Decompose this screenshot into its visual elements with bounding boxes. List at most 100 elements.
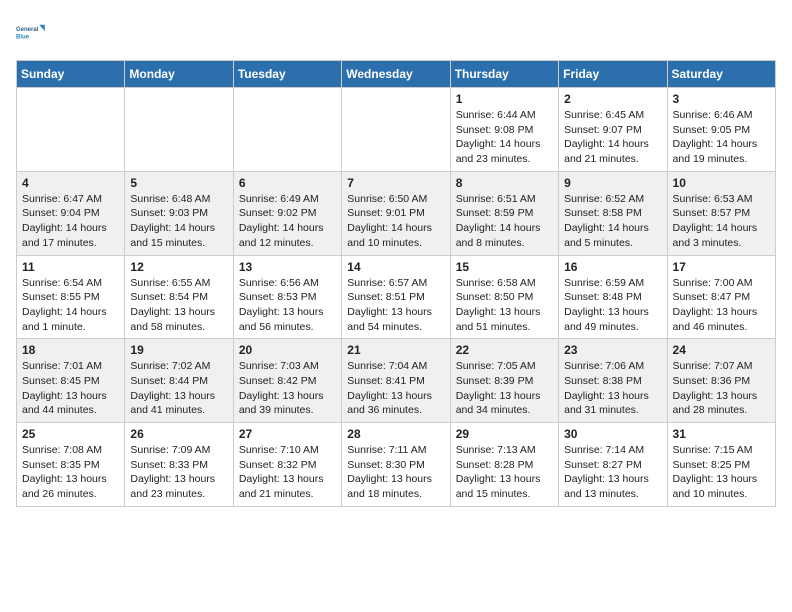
calendar-cell: 30 Sunrise: 7:14 AM Sunset: 8:27 PM Dayli… — [559, 423, 667, 507]
weekday-header-friday: Friday — [559, 61, 667, 88]
calendar-cell: 3 Sunrise: 6:46 AM Sunset: 9:05 PM Daylig… — [667, 88, 775, 172]
day-number: 17 — [673, 260, 770, 274]
calendar-cell: 12 Sunrise: 6:55 AM Sunset: 8:54 PM Dayli… — [125, 255, 233, 339]
day-info: Sunrise: 6:55 AM Sunset: 8:54 PM Dayligh… — [130, 276, 227, 335]
calendar-table: SundayMondayTuesdayWednesdayThursdayFrid… — [16, 60, 776, 507]
day-info: Sunrise: 7:05 AM Sunset: 8:39 PM Dayligh… — [456, 359, 553, 418]
day-number: 5 — [130, 176, 227, 190]
day-number: 6 — [239, 176, 336, 190]
day-info: Sunrise: 7:15 AM Sunset: 8:25 PM Dayligh… — [673, 443, 770, 502]
calendar-cell: 14 Sunrise: 6:57 AM Sunset: 8:51 PM Dayli… — [342, 255, 450, 339]
day-number: 11 — [22, 260, 119, 274]
day-number: 8 — [456, 176, 553, 190]
calendar-cell: 6 Sunrise: 6:49 AM Sunset: 9:02 PM Daylig… — [233, 171, 341, 255]
weekday-header-thursday: Thursday — [450, 61, 558, 88]
calendar-cell: 23 Sunrise: 7:06 AM Sunset: 8:38 PM Dayli… — [559, 339, 667, 423]
weekday-header-wednesday: Wednesday — [342, 61, 450, 88]
calendar-cell: 5 Sunrise: 6:48 AM Sunset: 9:03 PM Daylig… — [125, 171, 233, 255]
calendar-cell: 15 Sunrise: 6:58 AM Sunset: 8:50 PM Dayli… — [450, 255, 558, 339]
calendar-cell: 22 Sunrise: 7:05 AM Sunset: 8:39 PM Dayli… — [450, 339, 558, 423]
day-info: Sunrise: 7:06 AM Sunset: 8:38 PM Dayligh… — [564, 359, 661, 418]
calendar-cell — [342, 88, 450, 172]
day-number: 22 — [456, 343, 553, 357]
calendar-cell: 27 Sunrise: 7:10 AM Sunset: 8:32 PM Dayli… — [233, 423, 341, 507]
day-number: 27 — [239, 427, 336, 441]
day-number: 25 — [22, 427, 119, 441]
day-number: 26 — [130, 427, 227, 441]
day-number: 2 — [564, 92, 661, 106]
day-info: Sunrise: 6:50 AM Sunset: 9:01 PM Dayligh… — [347, 192, 444, 251]
day-number: 23 — [564, 343, 661, 357]
weekday-header-tuesday: Tuesday — [233, 61, 341, 88]
day-number: 15 — [456, 260, 553, 274]
day-info: Sunrise: 6:48 AM Sunset: 9:03 PM Dayligh… — [130, 192, 227, 251]
calendar-cell: 1 Sunrise: 6:44 AM Sunset: 9:08 PM Daylig… — [450, 88, 558, 172]
weekday-header-saturday: Saturday — [667, 61, 775, 88]
calendar-cell: 25 Sunrise: 7:08 AM Sunset: 8:35 PM Dayli… — [17, 423, 125, 507]
day-number: 20 — [239, 343, 336, 357]
day-info: Sunrise: 7:04 AM Sunset: 8:41 PM Dayligh… — [347, 359, 444, 418]
calendar-cell: 7 Sunrise: 6:50 AM Sunset: 9:01 PM Daylig… — [342, 171, 450, 255]
calendar-cell: 4Sunrise: 6:47 AM Sunset: 9:04 PM Daylig… — [17, 171, 125, 255]
weekday-header-monday: Monday — [125, 61, 233, 88]
day-number: 13 — [239, 260, 336, 274]
day-number: 19 — [130, 343, 227, 357]
page-header: GeneralBlue — [16, 16, 776, 48]
day-info: Sunrise: 7:09 AM Sunset: 8:33 PM Dayligh… — [130, 443, 227, 502]
day-number: 9 — [564, 176, 661, 190]
calendar-cell: 16Sunrise: 6:59 AM Sunset: 8:48 PM Dayli… — [559, 255, 667, 339]
day-info: Sunrise: 6:53 AM Sunset: 8:57 PM Dayligh… — [673, 192, 770, 251]
day-number: 18 — [22, 343, 119, 357]
calendar-cell: 18Sunrise: 7:01 AM Sunset: 8:45 PM Dayli… — [17, 339, 125, 423]
day-number: 3 — [673, 92, 770, 106]
day-number: 14 — [347, 260, 444, 274]
day-number: 10 — [673, 176, 770, 190]
day-info: Sunrise: 6:51 AM Sunset: 8:59 PM Dayligh… — [456, 192, 553, 251]
calendar-cell: 20 Sunrise: 7:03 AM Sunset: 8:42 PM Dayli… — [233, 339, 341, 423]
day-info: Sunrise: 7:07 AM Sunset: 8:36 PM Dayligh… — [673, 359, 770, 418]
day-info: Sunrise: 6:46 AM Sunset: 9:05 PM Dayligh… — [673, 108, 770, 167]
logo: GeneralBlue — [16, 16, 48, 48]
day-info: Sunrise: 7:03 AM Sunset: 8:42 PM Dayligh… — [239, 359, 336, 418]
calendar-cell: 8 Sunrise: 6:51 AM Sunset: 8:59 PM Daylig… — [450, 171, 558, 255]
logo-icon: GeneralBlue — [16, 16, 48, 48]
day-info: Sunrise: 7:13 AM Sunset: 8:28 PM Dayligh… — [456, 443, 553, 502]
day-number: 21 — [347, 343, 444, 357]
day-number: 1 — [456, 92, 553, 106]
svg-text:General: General — [16, 27, 39, 33]
calendar-cell: 29 Sunrise: 7:13 AM Sunset: 8:28 PM Dayli… — [450, 423, 558, 507]
day-info: Sunrise: 7:11 AM Sunset: 8:30 PM Dayligh… — [347, 443, 444, 502]
day-info: Sunrise: 6:56 AM Sunset: 8:53 PM Dayligh… — [239, 276, 336, 335]
calendar-cell: 21 Sunrise: 7:04 AM Sunset: 8:41 PM Dayli… — [342, 339, 450, 423]
day-info: Sunrise: 6:54 AM Sunset: 8:55 PM Dayligh… — [22, 276, 119, 335]
day-info: Sunrise: 7:10 AM Sunset: 8:32 PM Dayligh… — [239, 443, 336, 502]
day-info: Sunrise: 7:08 AM Sunset: 8:35 PM Dayligh… — [22, 443, 119, 502]
day-number: 29 — [456, 427, 553, 441]
day-number: 30 — [564, 427, 661, 441]
calendar-cell: 19 Sunrise: 7:02 AM Sunset: 8:44 PM Dayli… — [125, 339, 233, 423]
day-info: Sunrise: 7:00 AM Sunset: 8:47 PM Dayligh… — [673, 276, 770, 335]
day-number: 4 — [22, 176, 119, 190]
calendar-cell: 17 Sunrise: 7:00 AM Sunset: 8:47 PM Dayli… — [667, 255, 775, 339]
day-info: Sunrise: 6:59 AM Sunset: 8:48 PM Dayligh… — [564, 276, 661, 335]
day-info: Sunrise: 7:02 AM Sunset: 8:44 PM Dayligh… — [130, 359, 227, 418]
day-info: Sunrise: 6:44 AM Sunset: 9:08 PM Dayligh… — [456, 108, 553, 167]
weekday-header-sunday: Sunday — [17, 61, 125, 88]
calendar-cell: 26 Sunrise: 7:09 AM Sunset: 8:33 PM Dayli… — [125, 423, 233, 507]
calendar-cell — [125, 88, 233, 172]
day-number: 12 — [130, 260, 227, 274]
calendar-cell: 10 Sunrise: 6:53 AM Sunset: 8:57 PM Dayli… — [667, 171, 775, 255]
day-info: Sunrise: 7:14 AM Sunset: 8:27 PM Dayligh… — [564, 443, 661, 502]
calendar-cell: 24 Sunrise: 7:07 AM Sunset: 8:36 PM Dayli… — [667, 339, 775, 423]
calendar-cell: 9 Sunrise: 6:52 AM Sunset: 8:58 PM Daylig… — [559, 171, 667, 255]
day-number: 28 — [347, 427, 444, 441]
calendar-cell — [233, 88, 341, 172]
day-info: Sunrise: 6:52 AM Sunset: 8:58 PM Dayligh… — [564, 192, 661, 251]
calendar-cell: 2Sunrise: 6:45 AM Sunset: 9:07 PM Daylig… — [559, 88, 667, 172]
day-info: Sunrise: 6:49 AM Sunset: 9:02 PM Dayligh… — [239, 192, 336, 251]
calendar-cell: 31Sunrise: 7:15 AM Sunset: 8:25 PM Dayli… — [667, 423, 775, 507]
day-number: 24 — [673, 343, 770, 357]
day-info: Sunrise: 6:58 AM Sunset: 8:50 PM Dayligh… — [456, 276, 553, 335]
day-number: 7 — [347, 176, 444, 190]
day-info: Sunrise: 6:57 AM Sunset: 8:51 PM Dayligh… — [347, 276, 444, 335]
